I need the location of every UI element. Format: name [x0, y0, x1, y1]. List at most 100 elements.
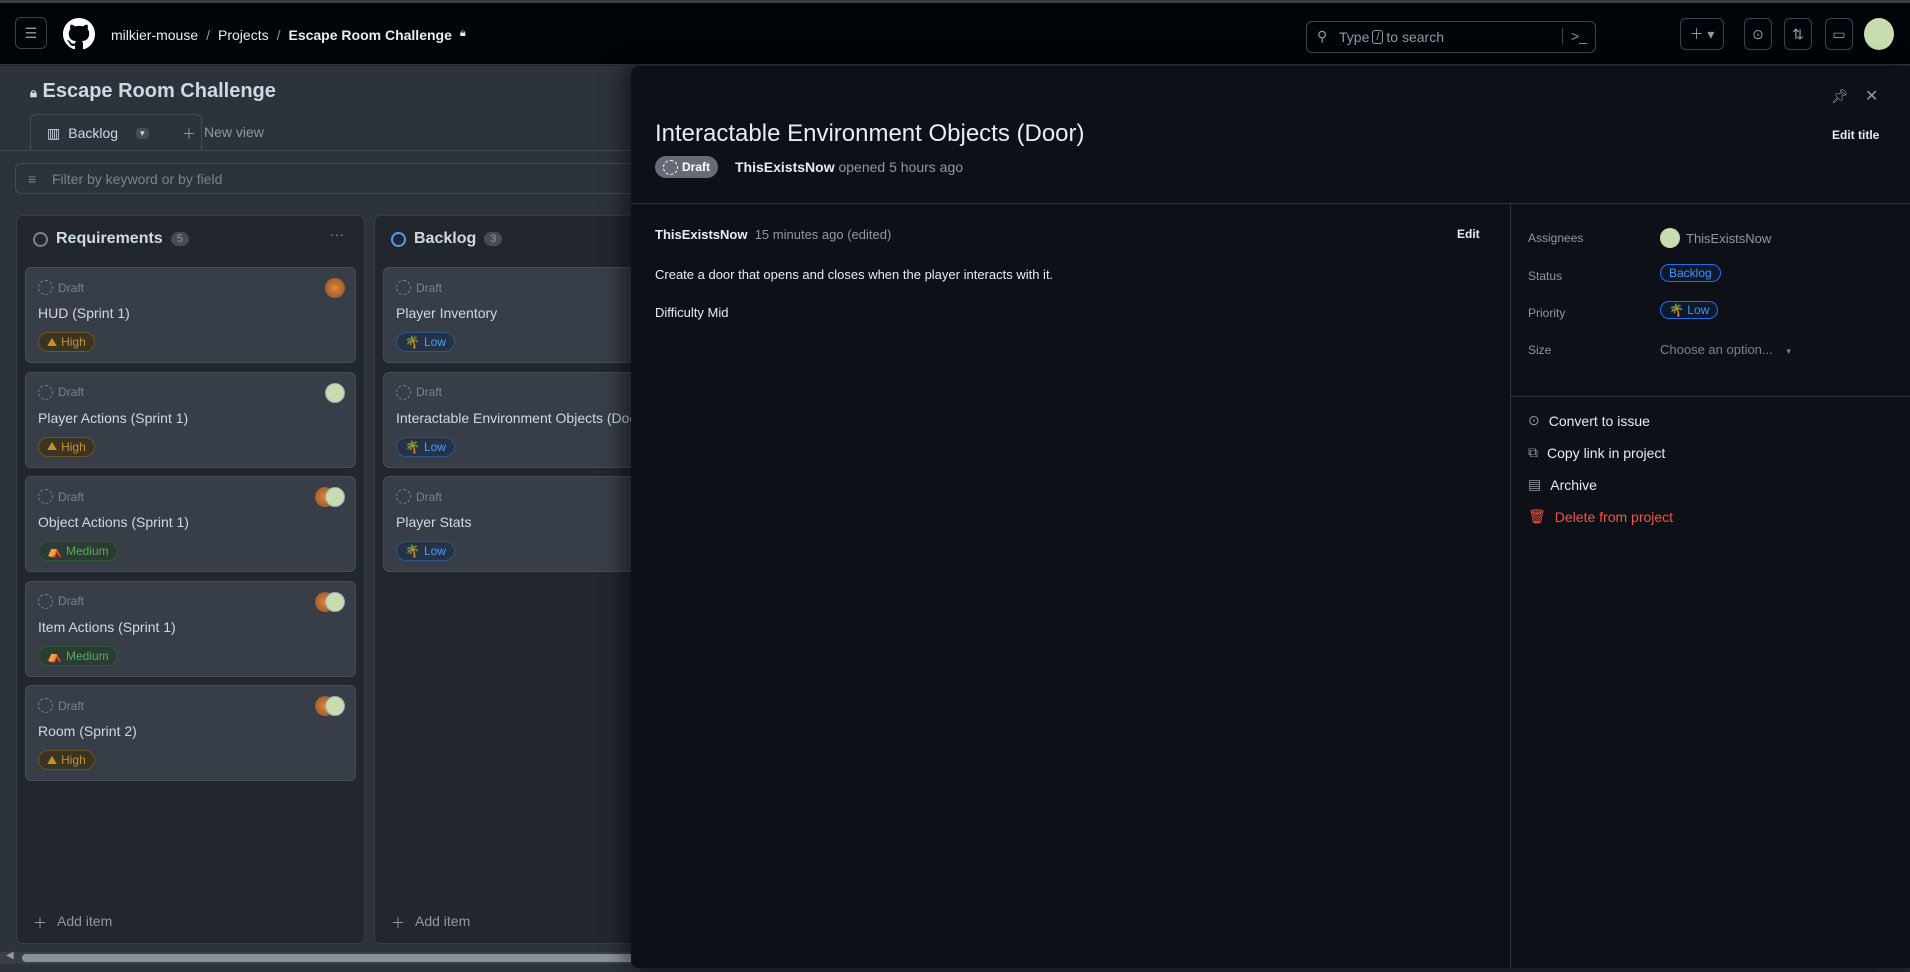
inbox-button[interactable]: ▭: [1825, 18, 1853, 50]
status-circle-icon: [391, 231, 406, 247]
assignee-avatar: [1660, 228, 1680, 248]
create-new-button[interactable]: ＋ ▾: [1680, 18, 1724, 50]
plus-icon: ＋: [33, 915, 47, 931]
item-side-panel: 📌︎ ✕ Interactable Environment Objects (D…: [631, 66, 1910, 968]
scrollbar-thumb[interactable]: [22, 954, 640, 962]
card-title[interactable]: Player Inventory: [396, 305, 497, 321]
comment-line: Create a door that opens and closes when…: [655, 267, 1054, 282]
card[interactable]: Draft Object Actions (Sprint 1) ⛺ Medium: [25, 476, 356, 572]
card[interactable]: Draft Player Actions (Sprint 1) ⛰ High: [25, 371, 356, 468]
column-more-icon[interactable]: ···: [330, 226, 344, 242]
delete-from-project-button[interactable]: 🗑︎ Delete from project: [1528, 508, 1673, 525]
convert-to-issue-button[interactable]: ⊙ Convert to issue: [1528, 412, 1650, 429]
column-requirements: Requirements 5 ··· Draft HUD (Sprint 1) ⛰ Hi…: [16, 215, 365, 944]
issue-opened-icon: ⊙: [1528, 412, 1540, 428]
copy-icon: ⧉: [1528, 444, 1538, 460]
chevron-down-icon: ▾: [1786, 346, 1791, 356]
breadcrumb-project[interactable]: Escape Room Challenge: [288, 27, 451, 43]
edit-comment-button[interactable]: Edit: [1457, 227, 1480, 241]
card-status: Draft: [38, 384, 84, 400]
pull-request-icon: ⇅: [1792, 25, 1804, 42]
search-icon: ⚲: [1317, 28, 1328, 44]
card-title[interactable]: Object Actions (Sprint 1): [38, 514, 189, 530]
search-prefix: Type: [1339, 29, 1370, 45]
card-status: Draft: [396, 384, 442, 400]
assignees-label: Assignees: [1528, 231, 1584, 245]
breadcrumb-projects[interactable]: Projects: [218, 27, 269, 43]
status-label: Status: [1528, 269, 1563, 283]
global-header: ☰ milkier-mouse / Projects / Escape Room C…: [0, 3, 1910, 65]
comment-author[interactable]: ThisExistsNow: [655, 227, 747, 242]
board-view-icon: ▥: [47, 124, 61, 141]
priority-badge: ⛰ High: [38, 436, 95, 457]
card-status: Draft: [38, 593, 84, 609]
breadcrumb-owner[interactable]: milkier-mouse: [111, 27, 198, 43]
card-status: Draft: [396, 489, 442, 504]
card-status: Draft: [38, 489, 84, 504]
filter-input[interactable]: ≡ Filter by keyword or by field: [15, 163, 655, 194]
assignee-avatar: [325, 487, 345, 507]
inbox-icon: ▭: [1832, 25, 1846, 42]
draft-icon: [38, 698, 53, 713]
column-title: Backlog: [414, 230, 477, 247]
lock-icon: 🔒︎: [459, 27, 466, 39]
draft-icon: [396, 280, 411, 295]
archive-button[interactable]: ▤ Archive: [1528, 476, 1597, 493]
priority-badge: ⛰ High: [38, 332, 95, 352]
tab-divider: [0, 150, 640, 151]
search-input[interactable]: ⚲ Type / to search >_: [1306, 21, 1596, 53]
priority-emoji-icon: ⛰: [47, 752, 58, 767]
copy-link-button[interactable]: ⧉ Copy link in project: [1528, 444, 1665, 461]
add-item-button[interactable]: ＋ Add item: [33, 913, 112, 933]
tab-backlog-view[interactable]: ▥ Backlog ▾: [30, 114, 202, 151]
scroll-left-icon[interactable]: ◀: [6, 950, 14, 961]
card-title[interactable]: Player Actions (Sprint 1): [38, 410, 188, 426]
project-title: 🔒︎ Escape Room Challenge: [30, 80, 276, 102]
assignees-field[interactable]: ThisExistsNow: [1660, 228, 1771, 248]
assignee-avatar: [325, 696, 345, 716]
status-field[interactable]: Backlog: [1660, 264, 1721, 282]
palm-tree-icon: 🌴: [1669, 303, 1684, 317]
draft-icon: [396, 384, 411, 400]
item-meta: ThisExistsNow opened 5 hours ago: [735, 159, 964, 175]
command-palette-icon[interactable]: >_: [1562, 28, 1587, 44]
column-count: 3: [484, 232, 503, 246]
close-icon[interactable]: ✕: [1865, 86, 1878, 106]
pull-requests-button[interactable]: ⇅: [1784, 18, 1812, 50]
card[interactable]: Draft Room (Sprint 2) ⛰ High: [25, 685, 356, 781]
card-title[interactable]: HUD (Sprint 1): [38, 305, 130, 321]
priority-emoji-icon: 🌴: [405, 544, 420, 558]
user-avatar[interactable]: [1864, 18, 1894, 50]
view-options-chevron-icon[interactable]: ▾: [136, 127, 149, 139]
card-title[interactable]: Interactable Environment Objects (Door): [396, 410, 647, 426]
author-link[interactable]: ThisExistsNow: [735, 159, 835, 175]
divider: [1510, 203, 1511, 968]
card-title[interactable]: Player Stats: [396, 514, 471, 530]
issues-button[interactable]: ⊙: [1744, 18, 1772, 50]
draft-icon: [38, 593, 53, 609]
card-title[interactable]: Room (Sprint 2): [38, 723, 137, 739]
card[interactable]: Draft HUD (Sprint 1) ⛰ High: [25, 267, 356, 363]
comment-header: ThisExistsNow 15 minutes ago (edited): [655, 227, 892, 242]
menu-button[interactable]: ☰: [15, 17, 47, 49]
archive-icon: ▤: [1528, 476, 1542, 492]
add-item-button[interactable]: ＋ Add item: [391, 913, 470, 933]
item-title: Interactable Environment Objects (Door): [655, 120, 1085, 147]
size-select[interactable]: Choose an option... ▾: [1660, 342, 1791, 357]
priority-badge: 🌴 Low: [396, 332, 455, 352]
new-view-button[interactable]: ＋ New view: [182, 124, 264, 144]
pin-icon[interactable]: 📌︎: [1831, 88, 1849, 105]
hamburger-icon: ☰: [24, 24, 38, 41]
divider: [631, 203, 1910, 204]
card-status: Draft: [38, 280, 84, 295]
priority-emoji-icon: ⛺: [47, 648, 62, 663]
card-title[interactable]: Item Actions (Sprint 1): [38, 619, 176, 635]
github-logo-icon[interactable]: [63, 18, 95, 50]
edit-title-button[interactable]: Edit title: [1832, 128, 1879, 142]
priority-emoji-icon: ⛰: [47, 334, 58, 349]
horizontal-scrollbar[interactable]: ◀: [0, 950, 640, 964]
priority-emoji-icon: 🌴: [405, 335, 420, 349]
card[interactable]: Draft Item Actions (Sprint 1) ⛺ Medium: [25, 580, 356, 677]
issue-opened-icon: ⊙: [1752, 25, 1764, 42]
priority-field[interactable]: 🌴 Low: [1660, 301, 1719, 319]
